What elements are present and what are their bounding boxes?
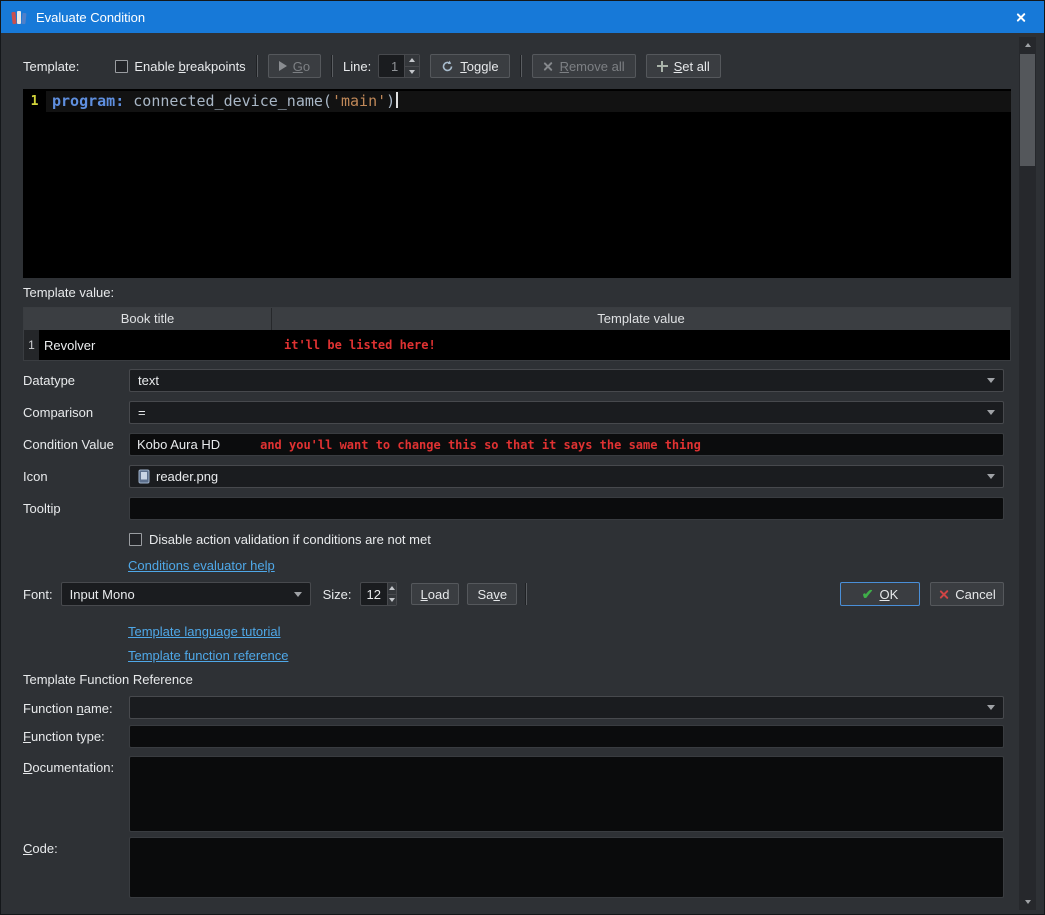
disable-validation-checkbox[interactable]: [129, 533, 142, 546]
code-label: Code:: [23, 841, 58, 856]
spin-down-button[interactable]: [388, 594, 396, 606]
check-icon: ✔: [862, 587, 874, 601]
font-select[interactable]: Input Mono: [61, 582, 311, 606]
template-function-reference-title: Template Function Reference: [23, 672, 193, 687]
condition-value-annotation: and you'll want to change this so that i…: [260, 438, 701, 452]
font-label: Font:: [23, 587, 53, 602]
comparison-select[interactable]: =: [129, 401, 1004, 424]
evaluate-condition-dialog: Evaluate Condition Template: Enable brea…: [0, 0, 1045, 915]
plus-icon: [657, 61, 668, 72]
template-value-cell: it'll be listed here!: [272, 330, 1010, 360]
code-keyword: program:: [52, 92, 124, 110]
arrow-down-icon: [409, 70, 415, 74]
load-button[interactable]: Load: [411, 583, 460, 605]
toolbar-separator: [520, 55, 522, 77]
disable-validation-label: Disable action validation if conditions …: [149, 532, 431, 547]
tooltip-label: Tooltip: [23, 501, 61, 516]
scrollbar-thumb[interactable]: [1020, 54, 1035, 166]
code-function: connected_device_name(: [124, 92, 332, 110]
chevron-down-icon: [987, 705, 995, 710]
scroll-up-button[interactable]: [1019, 37, 1036, 53]
spin-down-button[interactable]: [405, 66, 419, 78]
editor-code-area[interactable]: program: connected_device_name('main'): [46, 89, 1011, 278]
icon-label: Icon: [23, 469, 48, 484]
chevron-down-icon: [987, 378, 995, 383]
toolbar-separator: [256, 55, 258, 77]
book-title-cell: Revolver: [39, 330, 272, 360]
line-label: Line:: [343, 59, 371, 74]
template-editor[interactable]: 1 program: connected_device_name('main'): [23, 89, 1011, 278]
icon-select[interactable]: reader.png: [129, 465, 1004, 488]
close-button[interactable]: [998, 1, 1044, 33]
function-type-field[interactable]: [129, 725, 1004, 748]
code-line: program: connected_device_name('main'): [46, 91, 1011, 112]
line-number: 1: [31, 94, 39, 109]
arrow-up-icon: [409, 58, 415, 62]
text-caret: [396, 92, 398, 108]
column-header-template-value[interactable]: Template value: [272, 308, 1010, 330]
documentation-label: Documentation:: [23, 760, 114, 775]
spin-up-button[interactable]: [405, 55, 419, 66]
calibre-logo-icon: [10, 8, 28, 26]
table-header: Book title Template value: [24, 308, 1010, 330]
tooltip-input[interactable]: [129, 497, 1004, 520]
documentation-textarea[interactable]: [129, 756, 1004, 832]
template-value-table: Book title Template value 1 Revolver it'…: [23, 307, 1011, 361]
condition-value-label: Condition Value: [23, 437, 114, 452]
arrow-down-icon: [1025, 900, 1031, 904]
comparison-label: Comparison: [23, 405, 93, 420]
cancel-x-icon: [938, 589, 949, 600]
scroll-down-button[interactable]: [1019, 894, 1036, 910]
enable-breakpoints-checkbox[interactable]: [115, 60, 128, 73]
arrow-up-icon: [389, 586, 395, 590]
play-icon: [279, 61, 287, 71]
template-label: Template:: [23, 59, 79, 74]
code-paren: ): [386, 92, 395, 110]
size-spinner[interactable]: 12: [360, 582, 397, 606]
spin-up-button[interactable]: [388, 583, 396, 594]
remove-all-button[interactable]: Remove all: [532, 54, 636, 78]
function-name-label: Function name:: [23, 701, 113, 716]
template-value-label: Template value:: [23, 285, 114, 300]
datatype-select[interactable]: text: [129, 369, 1004, 392]
datatype-label: Datatype: [23, 373, 75, 388]
separator: [525, 583, 527, 605]
function-type-label: Function type:: [23, 729, 105, 744]
remove-icon: [543, 61, 554, 72]
template-function-reference-link[interactable]: Template function reference: [128, 648, 288, 663]
set-all-button[interactable]: Set all: [646, 54, 721, 78]
save-button[interactable]: Save: [467, 583, 517, 605]
chevron-down-icon: [987, 410, 995, 415]
cancel-button[interactable]: Cancel: [930, 582, 1004, 606]
arrow-down-icon: [389, 598, 395, 602]
chevron-down-icon: [294, 592, 302, 597]
toggle-button[interactable]: Toggle: [430, 54, 509, 78]
titlebar[interactable]: Evaluate Condition: [1, 1, 1044, 33]
enable-breakpoints-label: Enable breakpoints: [134, 59, 245, 74]
window-title: Evaluate Condition: [36, 10, 145, 25]
code-textarea[interactable]: [129, 837, 1004, 898]
template-language-tutorial-link[interactable]: Template language tutorial: [128, 624, 281, 639]
toggle-breakpoint-icon: [441, 60, 454, 73]
toolbar-separator: [331, 55, 333, 77]
line-spinner[interactable]: 1: [378, 54, 420, 78]
table-row[interactable]: 1 Revolver it'll be listed here!: [24, 330, 1010, 360]
scrollbar[interactable]: [1019, 37, 1036, 910]
row-number: 1: [24, 330, 39, 360]
ok-button[interactable]: ✔ OK: [840, 582, 920, 606]
editor-gutter: 1: [23, 89, 46, 278]
condition-value-input[interactable]: Kobo Aura HD and you'll want to change t…: [129, 433, 1004, 456]
go-button[interactable]: Go: [268, 54, 321, 78]
reader-icon: [138, 469, 150, 484]
column-header-book-title[interactable]: Book title: [24, 308, 272, 330]
function-name-select[interactable]: [129, 696, 1004, 719]
close-icon: [1016, 12, 1027, 23]
conditions-evaluator-help-link[interactable]: Conditions evaluator help: [128, 558, 275, 573]
size-label: Size:: [323, 587, 352, 602]
arrow-up-icon: [1025, 43, 1031, 47]
chevron-down-icon: [987, 474, 995, 479]
code-string: 'main': [332, 92, 386, 110]
